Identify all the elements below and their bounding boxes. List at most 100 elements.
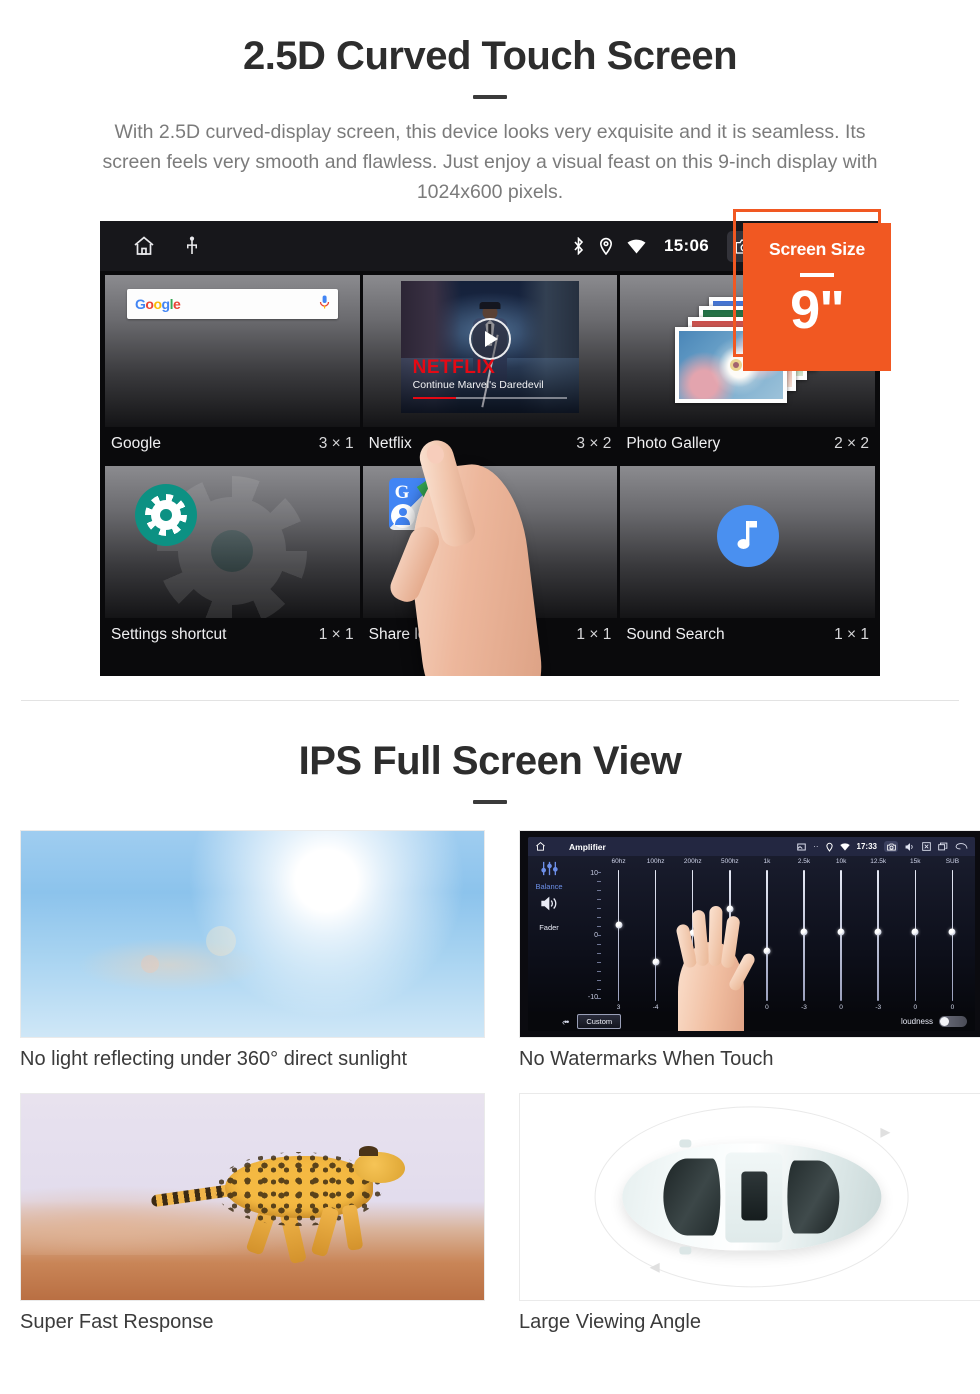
equalizer-band-labels: 60hz 100hz 200hz 500hz 1k 2.5k 10k 12.5k… [600,858,971,865]
widget-label: Share location [368,626,468,643]
widget-card-google[interactable]: Google Google 3 × 1 [105,275,360,463]
share-location-widget: G [362,466,618,618]
band-label: 12.5k [870,858,887,865]
equalizer-scale: 10 0 -10 [574,870,598,1001]
page-dot[interactable] [439,663,465,666]
car-windshield [663,1158,721,1236]
amplifier-screenshot: Amplifier ·· 17:33 Balance Fader 60hz 10… [519,830,980,1038]
sound-search-widget [620,466,875,618]
band-label: 10k [835,858,847,865]
page-dot-active[interactable] [515,663,541,666]
eq-slider[interactable] [897,870,934,1001]
ips-section: IPS Full Screen View No light reflecting… [0,701,980,1338]
car-rear-window [787,1160,840,1234]
band-label: 100hz [646,858,665,865]
eq-slider[interactable] [934,870,971,1001]
status-bar-clock: 15:06 [664,236,709,255]
lens-flare-icon [141,954,160,973]
eq-slider[interactable] [823,870,860,1001]
eq-slider[interactable] [600,870,637,1001]
settings-shortcut-widget [105,466,360,618]
camera-icon[interactable] [884,841,898,852]
netflix-continue-caption: Continue Marvel's Daredevil [412,379,544,391]
widget-card-netflix[interactable]: NETFLIX Continue Marvel's Daredevil Netf… [362,275,618,463]
page-dot[interactable] [477,663,503,666]
home-icon[interactable] [132,234,156,258]
loudness-label: loudness [900,1017,933,1026]
feature-cell-fast-response: Super Fast Response [20,1093,485,1338]
page-title: 2.5D Curved Touch Screen [242,34,738,78]
volume-icon[interactable] [905,842,915,851]
feature-caption: Super Fast Response [20,1311,214,1333]
play-icon[interactable] [468,318,511,361]
loudness-toggle[interactable] [939,1016,967,1027]
widget-card-share-location[interactable]: G Share location 1 × 1 [362,466,618,654]
amplifier-status-bar: Amplifier ·· 17:33 [528,837,975,856]
feature-grid: No light reflecting under 360° direct su… [20,830,980,1338]
widget-size: 1 × 1 [834,626,869,643]
gear-icon [135,484,197,546]
running-cheetah-image [20,1093,485,1301]
widget-label: Netflix [368,435,412,452]
preset-button[interactable]: Custom [577,1014,622,1029]
feature-cell-sunlight: No light reflecting under 360° direct su… [20,830,485,1075]
google-logo: Google [135,296,181,312]
location-icon [599,237,613,255]
close-box-icon[interactable] [922,842,931,851]
gallery-icon [797,843,806,851]
widget-card-settings-shortcut[interactable]: Settings shortcut 1 × 1 [105,466,360,654]
section-two-title: IPS Full Screen View [298,739,682,783]
home-icon[interactable] [535,841,546,852]
recents-icon[interactable] [938,842,948,851]
car-sunroof [741,1171,768,1221]
band-label: 15k [910,858,921,865]
band-label: 200hz [683,858,702,865]
eq-slider[interactable] [860,870,897,1001]
feature-caption: No Watermarks When Touch [519,1048,774,1070]
eq-slider[interactable] [785,870,822,1001]
widget-size: 3 × 2 [576,435,612,452]
netflix-progress-bar [412,396,568,399]
location-icon [825,842,833,852]
sidebar-item-balance[interactable]: Balance [528,861,570,891]
wifi-icon [839,842,850,851]
speaker-icon [540,896,559,915]
lens-flare-icon [206,925,237,956]
badge-divider [800,273,834,277]
badge-title: Screen Size [768,239,866,259]
sidebar-label-fader: Fader [539,923,559,932]
cheetah-ear [358,1145,378,1156]
rotation-arrow-icon: ◂ [649,1256,660,1279]
widget-size: 2 × 2 [834,435,869,452]
band-value: -3 [875,1004,882,1011]
cheetah-head [354,1151,406,1183]
netflix-widget: NETFLIX Continue Marvel's Daredevil [362,275,618,427]
screen-size-badge: Screen Size 9" [743,223,891,371]
equalizer-panel: 60hz 100hz 200hz 500hz 1k 2.5k 10k 12.5k… [570,856,975,1031]
amplifier-title: Amplifier [569,841,606,852]
netflix-logo: NETFLIX [412,357,496,378]
back-arrow-icon[interactable]: ‹•• [562,1017,569,1027]
share-location-icon: G [388,478,447,530]
more-dots-icon: ·· [813,842,819,851]
car-silhouette [621,1139,882,1255]
google-search-widget: Google [105,275,360,427]
device-screenshot-wrap: 15:06 Google Google 3 × 1 NETFLIX Contin… [100,209,891,676]
widget-size: 1 × 1 [318,626,354,643]
band-label: SUB [945,858,960,865]
sidebar-item-fader[interactable]: Fader [528,896,570,932]
widget-card-sound-search[interactable]: Sound Search 1 × 1 [620,466,875,654]
band-label: 60hz [611,858,626,865]
curved-screen-section: 2.5D Curved Touch Screen With 2.5D curve… [0,0,980,701]
feature-cell-watermarks: Amplifier ·· 17:33 Balance Fader 60hz 10… [519,830,980,1075]
band-value: 0 [913,1004,918,1011]
touching-hand-illustration [666,890,757,1031]
feature-cell-viewing-angle: ▸ ◂ Large Viewing Angle [519,1093,980,1338]
equalizer-sliders [600,870,971,1001]
usb-icon[interactable] [184,236,200,256]
band-value: 3 [616,1004,621,1011]
widget-size: 1 × 1 [576,626,612,643]
amplifier-clock: 17:33 [856,842,877,851]
back-arrow-icon[interactable] [955,842,968,851]
widget-label: Settings shortcut [111,626,227,643]
